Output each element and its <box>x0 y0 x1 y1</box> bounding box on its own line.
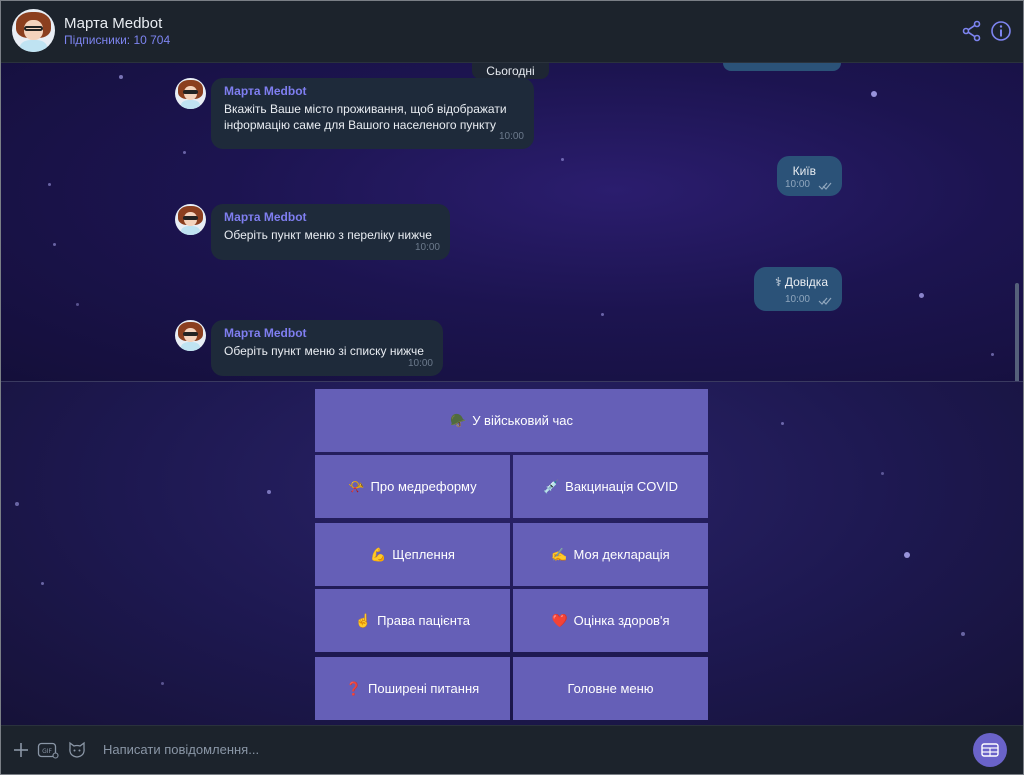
outgoing-message[interactable]: ⚕ Довідка 10:00 <box>754 267 842 311</box>
chat-scrollbar[interactable] <box>1015 283 1019 381</box>
telegram-chat-window: Марта Medbot Підписники: 10 704 Сьогодні <box>0 0 1024 775</box>
keyboard-button-faq[interactable]: ❓ Поширені питання <box>315 657 510 720</box>
message-list[interactable]: Сьогодні Марта Medbot Вкажіть Ваше місто… <box>1 63 1023 381</box>
incoming-message[interactable]: Марта Medbot Вкажіть Ваше місто проживан… <box>211 78 534 149</box>
message-text: Київ <box>792 164 816 178</box>
writing-hand-icon: ✍️ <box>551 546 568 562</box>
read-check-icon <box>818 182 832 190</box>
message-input[interactable]: Написати повідомлення... <box>103 742 259 757</box>
keyboard-button-label: Головне меню <box>567 681 654 696</box>
message-avatar[interactable] <box>175 78 206 109</box>
message-text: ⚕ Довідка <box>775 275 828 289</box>
message-time: 10:00 <box>407 358 433 369</box>
keyboard-button-wartime[interactable]: 🪖 У військовий час <box>315 389 708 452</box>
message-avatar[interactable] <box>175 204 206 235</box>
message-time: 10:00 <box>784 294 810 305</box>
keyboard-button-label: У військовий час <box>472 413 573 428</box>
keyboard-button-vaccination[interactable]: 💪 Щеплення <box>315 523 510 586</box>
share-icon[interactable] <box>961 20 983 42</box>
keyboard-button-health-assessment[interactable]: ❤️ Оцінка здоров'я <box>513 589 708 652</box>
message-sender: Марта Medbot <box>224 210 307 224</box>
chat-header: Марта Medbot Підписники: 10 704 <box>1 1 1023 63</box>
question-mark-icon: ❓ <box>345 680 363 696</box>
pointing-up-icon: ☝️ <box>354 612 372 628</box>
message-sender: Марта Medbot <box>224 84 307 98</box>
date-separator: Сьогодні <box>472 63 549 79</box>
keyboard-button-label: Оцінка здоров'я <box>573 613 670 628</box>
flexed-biceps-icon: 💪 <box>370 546 387 562</box>
previous-message-bubble <box>723 63 841 71</box>
info-icon[interactable] <box>990 20 1012 42</box>
bot-avatar[interactable] <box>12 9 55 52</box>
keyboard-button-label: Щеплення <box>392 547 455 562</box>
keyboard-button-covid-vaccination[interactable]: 💉 Вакцинація COVID <box>513 455 708 518</box>
message-text: Оберіть пункт меню зі списку нижче <box>224 344 424 358</box>
incoming-message[interactable]: Марта Medbot Оберіть пункт меню зі списк… <box>211 320 443 376</box>
message-sender: Марта Medbot <box>224 326 307 340</box>
postal-horn-icon: 📯 <box>348 478 365 494</box>
bot-keyboard: 🪖 У військовий час 📯 Про медреформу 💉 Ва… <box>1 381 1023 725</box>
message-avatar[interactable] <box>175 320 206 351</box>
keyboard-button-label: Поширені питання <box>368 681 480 696</box>
message-time: 10:00 <box>498 131 524 142</box>
subscriber-count: Підписники: 10 704 <box>64 33 171 47</box>
bot-keyboard-toggle-button[interactable] <box>973 733 1007 767</box>
plus-icon[interactable] <box>11 740 31 760</box>
heart-icon: ❤️ <box>551 612 568 628</box>
keyboard-button-label: Про медреформу <box>370 479 477 494</box>
gif-icon[interactable]: GIF <box>37 740 59 760</box>
message-time: 10:00 <box>414 242 440 253</box>
keyboard-button-label: Вакцинація COVID <box>565 479 679 494</box>
svg-text:GIF: GIF <box>42 748 52 755</box>
outgoing-message[interactable]: Київ 10:00 <box>777 156 842 196</box>
chat-title[interactable]: Марта Medbot <box>64 15 162 32</box>
keyboard-button-my-declaration[interactable]: ✍️ Моя декларація <box>513 523 708 586</box>
message-time: 10:00 <box>784 179 810 190</box>
syringe-icon: 💉 <box>542 478 560 494</box>
incoming-message[interactable]: Марта Medbot Оберіть пункт меню з перелі… <box>211 204 450 260</box>
message-text: Оберіть пункт меню з переліку нижче <box>224 228 432 242</box>
read-check-icon <box>818 297 832 305</box>
message-text: Вкажіть Ваше місто проживання, щоб відоб… <box>224 102 507 132</box>
message-input-bar: GIF Написати повідомлення... <box>1 725 1023 774</box>
bot-keyboard-icon <box>981 743 999 757</box>
keyboard-button-label: Права пацієнта <box>377 613 471 628</box>
helmet-icon: 🪖 <box>450 412 467 428</box>
keyboard-button-patient-rights[interactable]: ☝️ Права пацієнта <box>315 589 510 652</box>
keyboard-button-label: Моя декларація <box>573 547 670 562</box>
keyboard-button-main-menu[interactable]: Головне меню <box>513 657 708 720</box>
keyboard-button-medreform[interactable]: 📯 Про медреформу <box>315 455 510 518</box>
sticker-icon[interactable] <box>67 740 87 760</box>
